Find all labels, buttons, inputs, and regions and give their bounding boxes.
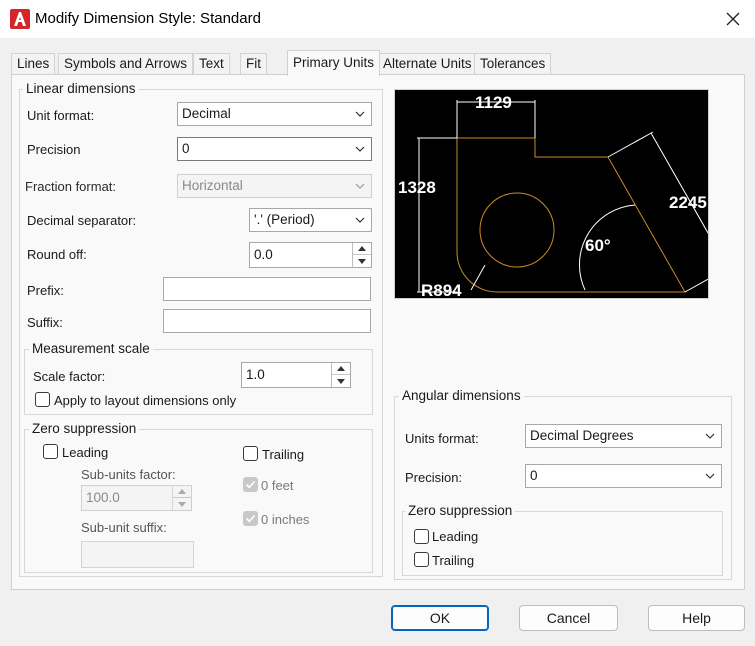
preview-dim-top: 1129 [475,93,512,112]
leading-checkbox[interactable] [43,444,58,459]
chevron-down-icon [355,217,365,223]
close-button[interactable] [716,4,750,34]
autocad-a-icon [10,9,30,29]
zero-feet-checkbox[interactable] [243,477,258,492]
trailing-checkbox[interactable] [243,446,258,461]
tab-text[interactable]: Text [193,53,230,75]
prefix-label: Prefix: [27,283,64,298]
sub-units-factor-spinner[interactable]: 100.0 [81,485,192,511]
leading-label: Leading [62,445,109,460]
fraction-format-dropdown[interactable]: Horizontal [177,174,372,198]
sub-units-factor-value: 100.0 [86,490,120,505]
decimal-separator-value: '.' (Period) [254,212,315,227]
chevron-down-icon [355,146,365,152]
scale-factor-value: 1.0 [246,367,265,382]
chevron-down-icon [705,433,715,439]
angular-trailing-label: Trailing [432,553,475,568]
tab-fit[interactable]: Fit [240,53,267,75]
spinner-down-icon[interactable] [332,375,350,387]
measurement-scale-title: Measurement scale [29,341,153,356]
round-off-spinner[interactable]: 0.0 [249,242,372,268]
angular-trailing-checkbox[interactable] [414,552,429,567]
fraction-format-value: Horizontal [182,178,243,193]
tab-lines[interactable]: Lines [11,53,56,75]
suffix-label: Suffix: [27,315,63,330]
angular-zero-suppression-title: Zero suppression [405,503,516,518]
checkmark-icon [245,514,256,523]
spinner-up-icon[interactable] [353,243,371,255]
dimension-preview: 1129 1328 2245 60° R894 [394,89,709,299]
angular-leading-checkbox[interactable] [414,529,429,544]
preview-dim-diag: 2245 [669,193,707,212]
angular-dimensions-title: Angular dimensions [399,388,524,403]
spinner-down-icon[interactable] [353,255,371,267]
angular-units-format-dropdown[interactable]: Decimal Degrees [525,424,722,448]
scale-factor-spinner[interactable]: 1.0 [241,362,351,388]
prefix-input[interactable] [163,277,371,301]
preview-dim-radius: R894 [421,281,462,298]
spinner-up-icon[interactable] [173,486,191,498]
chevron-down-icon [355,183,365,189]
angular-units-format-label: Units format: [405,431,479,446]
preview-dimension-lines [417,100,708,293]
sub-units-factor-label: Sub-units factor: [81,467,176,482]
unit-format-label: Unit format: [27,108,95,123]
round-off-label: Round off: [27,247,87,262]
apply-layout-label: Apply to layout dimensions only [54,393,237,408]
decimal-separator-label: Decimal separator: [27,213,137,228]
cancel-button[interactable]: Cancel [519,605,618,631]
scale-factor-label: Scale factor: [33,369,106,384]
fraction-format-label: Fraction format: [25,179,117,194]
precision-dropdown[interactable]: 0 [177,137,372,161]
help-button[interactable]: Help [648,605,745,631]
precision-value: 0 [182,141,190,156]
chevron-down-icon [355,111,365,117]
ok-button[interactable]: OK [391,605,489,631]
unit-format-dropdown[interactable]: Decimal [177,102,372,126]
spinner-up-icon[interactable] [332,363,350,375]
unit-format-value: Decimal [182,106,231,121]
angular-precision-value: 0 [530,468,538,483]
tab-tolerances[interactable]: Tolerances [474,53,552,75]
angular-units-format-value: Decimal Degrees [530,428,634,443]
tab-alternate-units[interactable]: Alternate Units [377,53,478,75]
decimal-separator-dropdown[interactable]: '.' (Period) [249,208,372,232]
trailing-label: Trailing [262,447,305,462]
preview-dim-left: 1328 [398,178,436,197]
zero-inches-checkbox[interactable] [243,511,258,526]
zero-suppression-title: Zero suppression [29,421,140,436]
spinner-down-icon[interactable] [173,498,191,510]
round-off-value: 0.0 [254,247,273,262]
sub-unit-suffix-label: Sub-unit suffix: [81,520,167,535]
angular-precision-dropdown[interactable]: 0 [525,464,722,488]
angular-precision-label: Precision: [405,470,463,485]
preview-geometry [456,137,686,293]
sub-unit-suffix-input[interactable] [81,541,194,568]
apply-layout-checkbox[interactable] [35,392,50,407]
close-icon [726,12,740,26]
chevron-down-icon [705,473,715,479]
tab-primary-units[interactable]: Primary Units [287,50,381,76]
window-title: Modify Dimension Style: Standard [35,10,261,27]
zero-inches-label: 0 inches [261,512,310,527]
zero-feet-label: 0 feet [261,478,294,493]
precision-label: Precision [27,142,81,157]
preview-dim-angle: 60° [585,236,611,255]
linear-dimensions-title: Linear dimensions [23,81,139,96]
suffix-input[interactable] [163,309,371,333]
tab-symbols-and-arrows[interactable]: Symbols and Arrows [58,53,194,75]
checkmark-icon [245,480,256,489]
angular-leading-label: Leading [432,529,479,544]
